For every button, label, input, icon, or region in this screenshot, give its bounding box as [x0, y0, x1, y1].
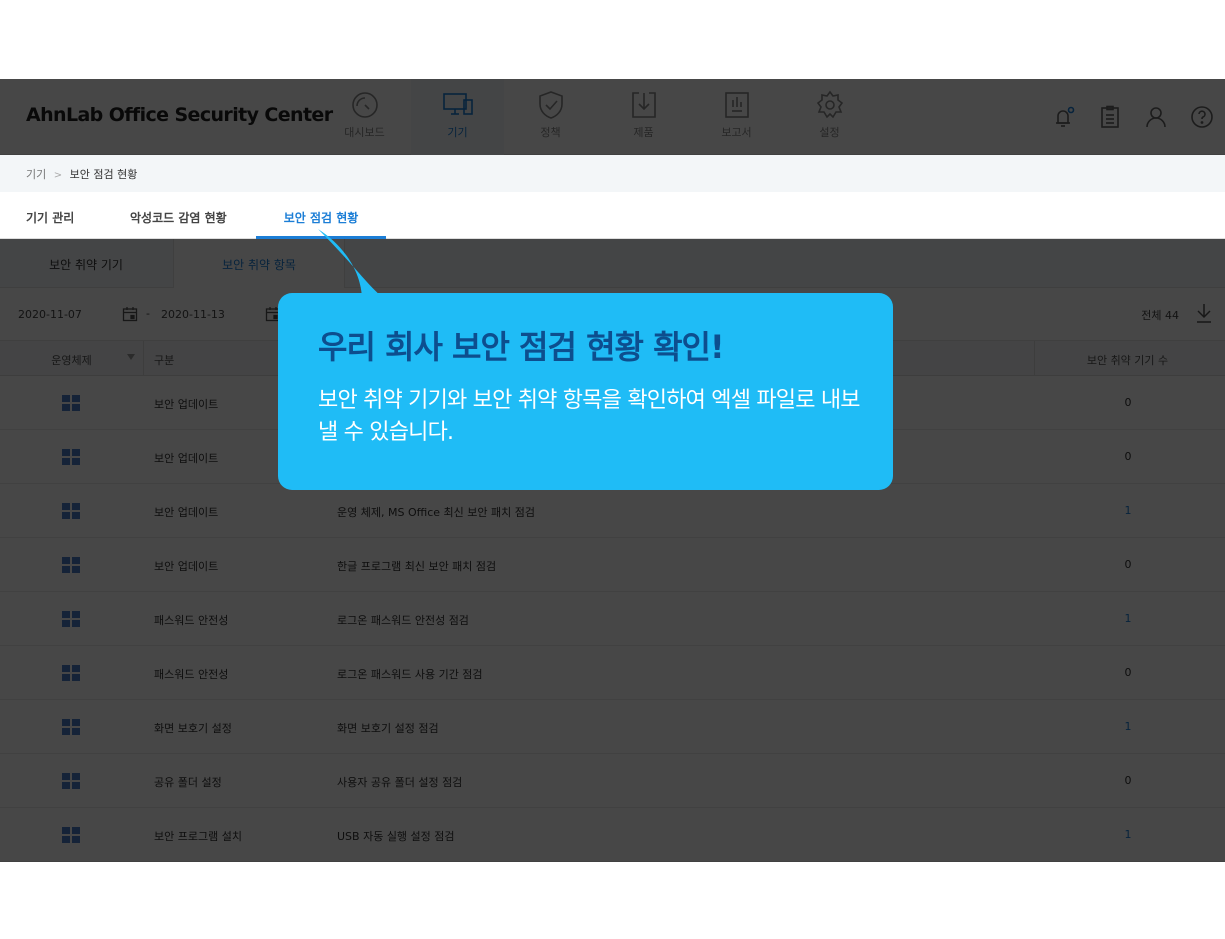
row-category: 보안 업데이트 [154, 560, 219, 573]
breadcrumb-separator: > [53, 170, 63, 181]
row-check-item: 운영 체제, MS Office 최신 보안 패치 점검 [337, 506, 535, 519]
row-category: 보안 업데이트 [154, 398, 219, 411]
windows-icon [62, 773, 80, 789]
tab-malware-infection[interactable]: 악성코드 감염 현황 [130, 192, 227, 239]
nav-devices[interactable]: 기기 [411, 79, 504, 155]
date-from-field[interactable]: 2020-11-07 [18, 301, 138, 327]
help-button[interactable] [1179, 101, 1225, 133]
breadcrumb-current: 보안 점검 현황 [69, 168, 138, 181]
sub-tab-bar: 보안 취약 기기 보안 취약 항목 [0, 239, 1225, 288]
main-nav: 대시보드 기기 정책 제품 보고서 설정 [318, 79, 876, 155]
row-vulnerable-count: 0 [1124, 450, 1132, 463]
row-category: 보안 업데이트 [154, 452, 219, 465]
help-icon [1191, 106, 1213, 128]
nav-policy[interactable]: 정책 [504, 79, 597, 155]
report-chart-icon [724, 92, 749, 118]
nav-label: 설정 [819, 126, 840, 139]
row-check-item: 로그온 패스워드 사용 기간 점검 [337, 668, 483, 681]
windows-icon [62, 557, 80, 573]
row-vulnerable-count: 0 [1124, 396, 1132, 409]
dashboard-gauge-icon [351, 92, 378, 118]
app-logo[interactable]: AhnLab Office Security Center [26, 104, 333, 126]
account-button[interactable] [1133, 101, 1179, 133]
nav-reports[interactable]: 보고서 [690, 79, 783, 155]
user-icon [1146, 107, 1166, 128]
row-category: 공유 폴더 설정 [154, 776, 222, 789]
tab-device-management[interactable]: 기기 관리 [26, 192, 74, 239]
table-row[interactable]: 패스워드 안전성 로그온 패스워드 안전성 점검 1 [0, 592, 1225, 646]
bell-icon [1056, 106, 1075, 127]
top-header: AhnLab Office Security Center 대시보드 기기 정책… [0, 79, 1225, 155]
row-check-item: 한글 프로그램 최신 보안 패치 점검 [337, 560, 497, 573]
date-separator: - [146, 307, 150, 320]
notifications-button[interactable] [1041, 101, 1087, 133]
subtab-vulnerable-devices[interactable]: 보안 취약 기기 [0, 239, 172, 288]
column-header-category: 구분 [154, 354, 175, 367]
table-row[interactable]: 보안 프로그램 설치 USB 자동 실행 설정 점검 1 [0, 808, 1225, 862]
total-count: 전체 44 [1141, 309, 1179, 322]
nav-label: 대시보드 [344, 126, 385, 139]
callout-title: 우리 회사 보안 점검 현황 확인! [318, 328, 725, 366]
filter-icon[interactable] [127, 354, 135, 360]
row-category: 보안 프로그램 설치 [154, 830, 242, 843]
callout-pointer [318, 229, 382, 297]
row-check-item: 로그온 패스워드 안전성 점검 [337, 614, 469, 627]
windows-icon [62, 665, 80, 681]
date-to-field[interactable]: 2020-11-13 [161, 301, 281, 327]
row-vulnerable-count: 0 [1124, 666, 1132, 679]
column-header-count: 보안 취약 기기 수 [1034, 341, 1220, 376]
table-row[interactable]: 패스워드 안전성 로그온 패스워드 사용 기간 점검 0 [0, 646, 1225, 700]
row-vulnerable-count[interactable]: 1 [1120, 592, 1136, 646]
row-vulnerable-count[interactable]: 1 [1120, 700, 1136, 754]
tab-bar: 기기 관리 악성코드 감염 현황 보안 점검 현황 [0, 192, 1225, 239]
calendar-icon[interactable] [122, 306, 138, 322]
column-header-label: 운영체제 [51, 354, 92, 367]
nav-label: 기기 [447, 126, 468, 139]
row-vulnerable-count[interactable]: 1 [1120, 484, 1136, 538]
table-row[interactable]: 보안 업데이트 운영 체제, MS Office 최신 보안 패치 점검 1 [0, 484, 1225, 538]
windows-icon [62, 395, 80, 411]
row-category: 패스워드 안전성 [154, 614, 229, 627]
row-vulnerable-count: 0 [1124, 558, 1132, 571]
shield-check-icon [538, 91, 563, 119]
windows-icon [62, 719, 80, 735]
breadcrumb-parent[interactable]: 기기 [26, 168, 46, 181]
row-check-item: 사용자 공유 폴더 설정 점검 [337, 776, 463, 789]
callout-bubble: 우리 회사 보안 점검 현황 확인! 보안 취약 기기와 보안 취약 항목을 확… [278, 293, 893, 490]
windows-icon [62, 503, 80, 519]
row-category: 화면 보호기 설정 [154, 722, 232, 735]
clipboard-icon [1101, 105, 1119, 128]
callout-description: 보안 취약 기기와 보안 취약 항목을 확인하여 엑셀 파일로 내보낼 수 있습… [318, 388, 861, 445]
windows-icon [62, 611, 80, 627]
download-icon[interactable] [1195, 302, 1213, 324]
row-vulnerable-count[interactable]: 1 [1120, 808, 1136, 862]
date-from-value: 2020-11-07 [18, 307, 82, 321]
table-row[interactable]: 공유 폴더 설정 사용자 공유 폴더 설정 점검 0 [0, 754, 1225, 808]
date-to-value: 2020-11-13 [161, 307, 225, 321]
row-check-item: USB 자동 실행 설정 점검 [337, 830, 455, 843]
tasks-button[interactable] [1087, 101, 1133, 133]
nav-dashboard[interactable]: 대시보드 [318, 79, 411, 155]
row-category: 보안 업데이트 [154, 506, 219, 519]
gear-icon [816, 90, 843, 119]
nav-label: 정책 [540, 126, 561, 139]
table-row[interactable]: 보안 업데이트 한글 프로그램 최신 보안 패치 점검 0 [0, 538, 1225, 592]
download-box-icon [631, 92, 656, 118]
windows-icon [62, 449, 80, 465]
devices-icon [442, 93, 473, 115]
header-actions [1041, 101, 1225, 133]
row-check-item: 화면 보호기 설정 점검 [337, 722, 439, 735]
windows-icon [62, 827, 80, 843]
row-category: 패스워드 안전성 [154, 668, 229, 681]
nav-products[interactable]: 제품 [597, 79, 690, 155]
nav-label: 보고서 [721, 126, 752, 139]
column-header-os[interactable]: 운영체제 [0, 341, 144, 376]
breadcrumb: 기기 > 보안 점검 현황 [0, 155, 1225, 192]
row-vulnerable-count: 0 [1124, 774, 1132, 787]
nav-settings[interactable]: 설정 [783, 79, 876, 155]
table-row[interactable]: 화면 보호기 설정 화면 보호기 설정 점검 1 [0, 700, 1225, 754]
nav-label: 제품 [633, 126, 654, 139]
